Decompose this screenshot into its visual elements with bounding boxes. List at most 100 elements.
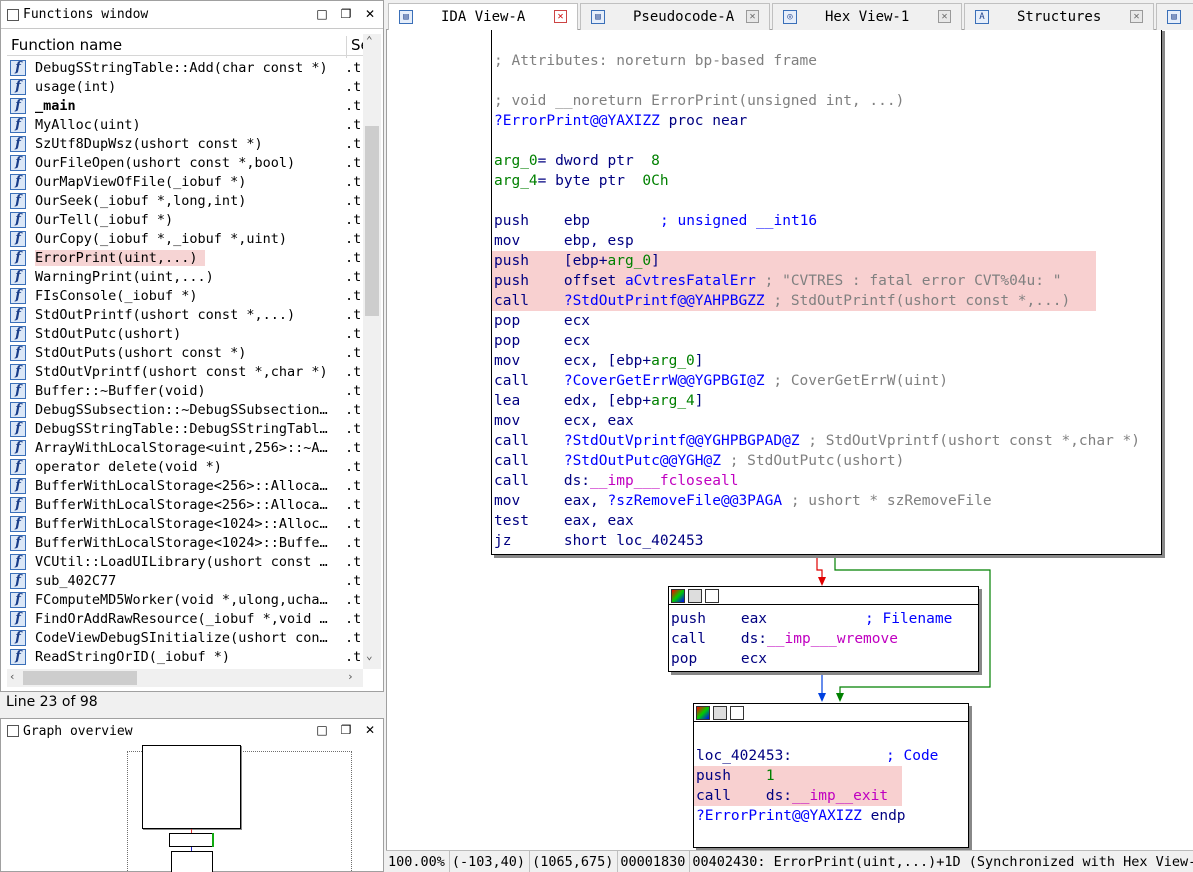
insn-line[interactable]: mov ecx, [ebp+arg_0] [494, 351, 704, 371]
scroll-left-icon[interactable]: ‹ [9, 670, 16, 683]
insn-operand[interactable]: aCvtresFatalErr [625, 273, 756, 289]
close-icon[interactable]: ✕ [938, 10, 951, 23]
function-row[interactable]: f VCUtil::LoadUILibrary(ushort const … .t [7, 553, 363, 572]
function-row[interactable]: f MyAlloc(uint) .t [7, 116, 363, 135]
functions-vscrollbar[interactable]: ⌃ ⌄ [363, 34, 381, 669]
function-row[interactable]: f StdOutPuts(ushort const *) .t [7, 344, 363, 363]
function-row[interactable]: f DebugSStringTable::DebugSStringTabl… .t [7, 420, 363, 439]
insn-operand[interactable]: __imp___wremove [767, 631, 898, 647]
function-row[interactable]: f Buffer::~Buffer(void) .t [7, 382, 363, 401]
function-row[interactable]: f BufferWithLocalStorage<1024>::Alloc… .t [7, 515, 363, 534]
block-exit[interactable]: loc_402453: ; Code push 1 call ds:__imp__… [693, 703, 969, 848]
function-row[interactable]: f FindOrAddRawResource(_iobuf *,void … .t [7, 610, 363, 629]
hscroll-thumb[interactable] [23, 671, 137, 685]
scroll-down-icon[interactable]: ⌄ [366, 649, 373, 662]
close-icon[interactable]: ✕ [746, 10, 759, 23]
function-row[interactable]: f FComputeMD5Worker(void *,ulong,ucha… .t [7, 591, 363, 610]
proc-name[interactable]: ?ErrorPrint@@YAXIZZ [494, 113, 660, 129]
insn-line[interactable]: jz short loc_402453 [494, 531, 704, 551]
insn-line-highlighted[interactable]: call ds:__imp__exit [694, 786, 902, 806]
vscroll-thumb[interactable] [365, 126, 379, 316]
tab-pseudocode-a[interactable]: ▤ Pseudocode-A ✕ [580, 3, 770, 30]
function-row[interactable]: f CodeViewDebugSInitialize(ushort con… .t [7, 629, 363, 648]
scroll-up-icon[interactable]: ⌃ [366, 34, 373, 47]
insn-line-highlighted[interactable]: push 1 [694, 766, 902, 786]
insn-operand[interactable]: arg_0 [651, 353, 695, 369]
function-row[interactable]: f OurFileOpen(ushort const *,bool) .t [7, 154, 363, 173]
function-row[interactable]: f StdOutVprintf(ushort const *,char *) .t [7, 363, 363, 382]
function-row[interactable]: f BufferWithLocalStorage<256>::Alloca… .t [7, 496, 363, 515]
insn-line[interactable]: push ebp ; unsigned __int16 [494, 211, 817, 231]
proc-name[interactable]: ?ErrorPrint@@YAXIZZ [696, 808, 862, 824]
tab-ida-view-a[interactable]: ▤ IDA View-A ✕ [388, 3, 578, 30]
arg-name[interactable]: arg_4 [494, 173, 538, 189]
function-row[interactable]: f OurMapViewOfFile(_iobuf *) .t [7, 173, 363, 192]
insn-operand[interactable]: ?szRemoveFile@@3PAGA [608, 493, 783, 509]
arg4-def[interactable]: arg_4= byte ptr 0Ch [494, 171, 669, 191]
insn-line[interactable]: mov ecx, eax [494, 411, 634, 431]
block-main[interactable]: ; Attributes: noreturn bp-based frame ; … [491, 30, 1162, 555]
insn-operand[interactable]: arg_0 [608, 253, 652, 269]
insn-line-highlighted[interactable]: call ?StdOutPrintf@@YAHPBGZZ ; StdOutPri… [492, 291, 1096, 311]
proc-header[interactable]: ?ErrorPrint@@YAXIZZ proc near [494, 111, 747, 131]
function-row[interactable]: f operator delete(void *) .t [7, 458, 363, 477]
insn-line[interactable]: mov eax, ?szRemoveFile@@3PAGA ; ushort *… [494, 491, 992, 511]
close-icon[interactable]: ✕ [1130, 10, 1143, 23]
float-icon[interactable]: □ [315, 7, 329, 21]
arg-name[interactable]: arg_0 [494, 153, 538, 169]
restore-icon[interactable]: ❐ [339, 723, 353, 737]
insn-operand[interactable]: __imp___fcloseall [590, 473, 738, 489]
function-row[interactable]: f OurSeek(_iobuf *,long,int) .t [7, 192, 363, 211]
function-row[interactable]: f SzUtf8DupWsz(ushort const *) .t [7, 135, 363, 154]
function-row[interactable]: f BufferWithLocalStorage<256>::Alloca… .t [7, 477, 363, 496]
function-row[interactable]: f sub_402C77 .t [7, 572, 363, 591]
insn-line[interactable]: call ?CoverGetErrW@@YGPBGI@Z ; CoverGetE… [494, 371, 948, 391]
insn-operand[interactable]: ?CoverGetErrW@@YGPBGI@Z [564, 373, 765, 389]
function-row[interactable]: f usage(int) .t [7, 78, 363, 97]
insn-operand[interactable]: ?StdOutPutc@@YGH@Z [564, 453, 721, 469]
function-row[interactable]: f FIsConsole(_iobuf *) .t [7, 287, 363, 306]
block-remove-file[interactable]: push eax ; Filename call ds:__imp___wremo… [668, 586, 979, 672]
function-row[interactable]: f OurCopy(_iobuf *,_iobuf *,uint) .t [7, 230, 363, 249]
function-row[interactable]: f DebugSStringTable::Add(char const *) .t [7, 59, 363, 78]
scroll-right-icon[interactable]: › [347, 670, 354, 683]
insn-line[interactable]: test eax, eax [494, 511, 634, 531]
insn-line[interactable]: lea edx, [ebp+arg_4] [494, 391, 704, 411]
insn-line[interactable]: pop ecx [671, 649, 767, 669]
insn-line[interactable]: call ds:__imp___wremove [671, 629, 898, 649]
insn-operand[interactable]: __imp__exit [792, 788, 888, 804]
close-icon[interactable]: ✕ [363, 7, 377, 21]
ida-graph-view[interactable]: ; Attributes: noreturn bp-based frame ; … [386, 30, 1193, 850]
tab-hex-view-1[interactable]: ◎ Hex View-1 ✕ [772, 3, 962, 30]
function-row[interactable]: f ArrayWithLocalStorage<uint,256>::~A… .t [7, 439, 363, 458]
function-row[interactable]: f StdOutPrintf(ushort const *,...) .t [7, 306, 363, 325]
function-row[interactable]: f _main .t [7, 97, 363, 116]
insn-operand[interactable]: ?StdOutPrintf@@YAHPBGZZ [564, 293, 765, 309]
col-function-name[interactable]: Function name [11, 36, 122, 54]
tab-more[interactable]: ▤ [1156, 3, 1193, 30]
close-icon[interactable]: ✕ [554, 10, 567, 23]
function-row[interactable]: f ErrorPrint(uint,...) .t [7, 249, 363, 268]
function-row[interactable]: f BufferWithLocalStorage<1024>::Buffe… .t [7, 534, 363, 553]
function-row[interactable]: f ReadStringOrID(_iobuf *) .t [7, 648, 363, 667]
insn-line-highlighted[interactable]: push [ebp+arg_0] [492, 251, 1096, 271]
insn-line[interactable]: call ?StdOutPutc@@YGH@Z ; StdOutPutc(ush… [494, 451, 904, 471]
insn-line[interactable]: push eax ; Filename [671, 609, 952, 629]
insn-line[interactable]: call ?StdOutVprintf@@YGHPBGPAD@Z ; StdOu… [494, 431, 1140, 451]
functions-hscrollbar[interactable]: ‹ › [7, 669, 363, 687]
insn-operand[interactable]: arg_4 [651, 393, 695, 409]
insn-line[interactable]: mov ebp, esp [494, 231, 634, 251]
insn-line[interactable]: call ds:__imp___fcloseall [494, 471, 738, 491]
insn-line[interactable]: pop ecx [494, 331, 590, 351]
insn-line[interactable]: pop ecx [494, 311, 590, 331]
function-row[interactable]: f DebugSSubsection::~DebugSSubsection… .t [7, 401, 363, 420]
insn-line-highlighted[interactable]: push offset aCvtresFatalErr ; "CVTRES : … [492, 271, 1096, 291]
function-row[interactable]: f OurTell(_iobuf *) .t [7, 211, 363, 230]
endp-line[interactable]: ?ErrorPrint@@YAXIZZ endp [696, 806, 906, 826]
restore-icon[interactable]: ❐ [339, 7, 353, 21]
float-icon[interactable]: □ [315, 723, 329, 737]
label-line[interactable]: loc_402453: ; Code [696, 746, 938, 766]
function-row[interactable]: f StdOutPutc(ushort) .t [7, 325, 363, 344]
close-icon[interactable]: ✕ [363, 723, 377, 737]
tab-structures[interactable]: A Structures ✕ [964, 3, 1154, 30]
